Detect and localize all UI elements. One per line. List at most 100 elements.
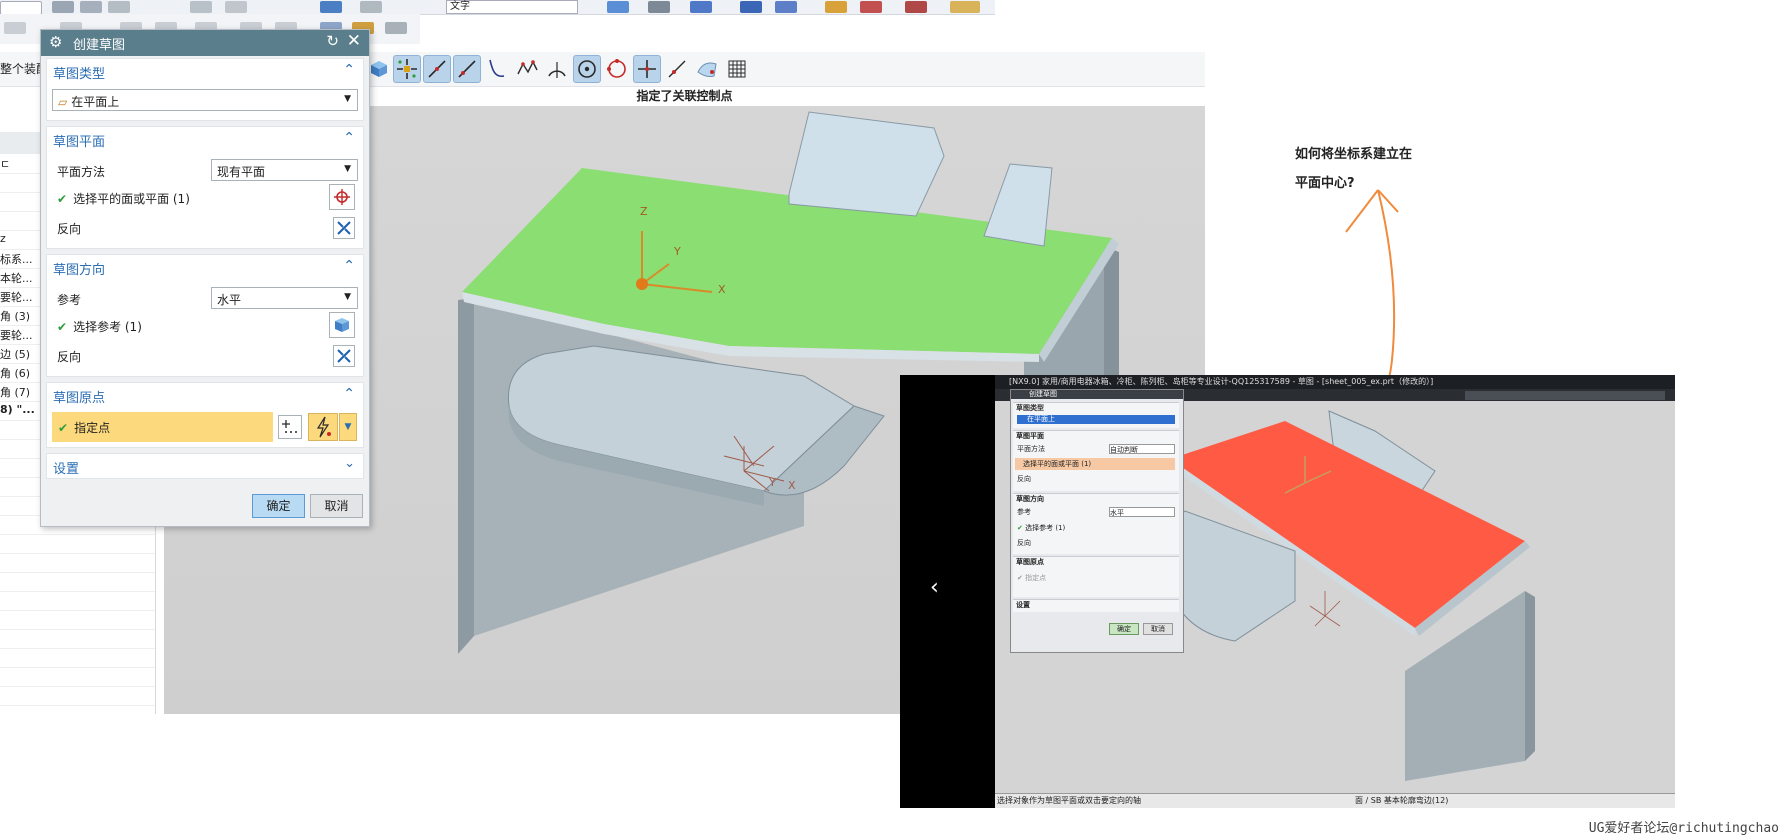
specify-point-row[interactable]: ✔ 指定点 [52,412,273,442]
reverse-arrows-icon [337,221,351,235]
dialog-title: 创建草图 [73,38,126,53]
world-axis-label-x: X [788,479,796,492]
question-line: 如何将坐标系建立在 [1295,147,1413,162]
section-header[interactable]: 草图方向 [53,259,105,278]
list-item [0,553,155,573]
chevron-down-icon: ▼ [344,292,351,302]
circle-point-icon[interactable] [603,55,631,83]
chevron-up-icon[interactable]: ⌃ [343,258,355,274]
spline-icon[interactable] [513,55,541,83]
top-dropdown[interactable] [0,1,42,15]
shaded-surface-icon[interactable] [693,55,721,83]
cancel-button[interactable]: 取消 [310,494,363,518]
reverse-arrows-icon [337,349,351,363]
sketch-type-select[interactable]: ▱ 在平面上 ▼ [52,89,358,111]
toolbar-icon[interactable] [108,1,130,13]
section-header[interactable]: 草图原点 [53,387,105,406]
line-icon[interactable] [423,55,451,83]
inset-titlebar: [NX9.0] 家用/商用电器冰箱、冷柜、陈列柜、岛柜等专业设计-QQ12531… [995,375,1675,389]
reverse-label: 反向 [57,350,82,364]
cube-icon [335,318,349,332]
axis-label-z: Z [640,205,648,218]
world-axis-label-y: Y [769,476,776,489]
list-item [0,629,155,649]
sketch-plane-section: 草图平面 ⌃ 平面方法 现有平面 ▼ ✔ 选择平的面或平面 (1) 反向 [46,126,364,249]
circle-center-icon[interactable] [573,55,601,83]
reverse-label: 反向 [57,222,82,236]
text-style-dropdown[interactable]: 文字 [446,0,578,14]
chevron-up-icon[interactable]: ⌃ [343,386,355,402]
toolbar-icon[interactable] [775,1,797,13]
toolbar-icon[interactable] [825,1,847,13]
toolbar-icon[interactable] [190,1,212,13]
select-reference-row[interactable]: ✔ 选择参考 (1) [57,318,142,335]
plane-method-select[interactable]: 现有平面 ▼ [211,159,358,181]
select-reference-button[interactable] [329,312,355,338]
inset-create-sketch-dialog: 创建草图 草图类型 在平面上 草图平面 平面方法 自动判断 选择平的面或平面 (1… [1010,389,1184,653]
check-icon: ✔ [58,421,69,435]
chevron-down-icon: ▼ [344,94,351,104]
toolbar-icon[interactable] [52,1,74,13]
toolbar-icon[interactable] [320,1,342,13]
top-toolbar-row1: 文字 [0,0,995,15]
chevron-up-icon[interactable]: ⌃ [343,130,355,146]
curve-icon[interactable] [483,55,511,83]
axis-label-y: Y [674,245,681,258]
line-endpoint-icon[interactable] [453,55,481,83]
plane-method-label: 平面方法 [57,165,106,179]
toolbar-icon[interactable] [360,1,382,13]
lightning-icon [316,416,331,438]
list-item [0,648,155,668]
reverse-direction-button[interactable] [333,345,355,367]
section-header[interactable]: 设置 [53,458,79,477]
list-item [0,610,155,630]
inferred-point-button[interactable] [308,413,338,441]
reverse-direction-button[interactable] [333,217,355,239]
reference-select[interactable]: 水平 ▼ [211,287,358,309]
select-face-row[interactable]: ✔ 选择平的面或平面 (1) [57,190,190,207]
dialog-titlebar: ⚙ 创建草图 ↻ ✕ [41,30,369,56]
list-item [0,591,155,611]
reset-icon[interactable]: ↻ [326,32,339,50]
chevron-down-icon[interactable]: ⌄ [344,456,355,471]
chevron-down-icon: ▼ [344,164,351,174]
tangent-arc-icon[interactable] [543,55,571,83]
toolbar-icon[interactable] [607,1,629,13]
sketch-orientation-section: 草图方向 ⌃ 参考 水平 ▼ ✔ 选择参考 (1) 反向 [46,254,364,377]
toolbar-icon[interactable] [740,1,762,13]
toolbar-icon[interactable] [860,1,882,13]
inset-window: [NX9.0] 家用/商用电器冰箱、冷柜、陈列柜、岛柜等专业设计-QQ12531… [995,375,1675,808]
ok-button[interactable]: 确定 [252,494,305,518]
check-icon: ✔ [57,192,68,206]
axis-label-x: X [718,283,726,296]
toolbar-icon[interactable] [690,1,712,13]
pen-icon[interactable] [663,55,691,83]
chevron-up-icon[interactable]: ⌃ [343,62,355,78]
list-item [0,686,155,706]
list-item [0,572,155,592]
toolbar-icon[interactable] [385,22,407,34]
point-type-dropdown[interactable]: ▼ [339,413,357,441]
settings-section: 设置 ⌄ [46,453,364,479]
toolbar-icon[interactable] [225,1,247,13]
toolbar-icon[interactable] [905,1,927,13]
toolbar-icon[interactable] [4,22,26,34]
previous-arrow-icon[interactable]: ‹ [930,575,939,600]
plane-icon: ▱ [58,95,68,109]
toolbar-icon[interactable] [950,1,980,13]
crosshair-icon[interactable] [633,55,661,83]
grid-icon[interactable] [723,55,751,83]
close-icon[interactable]: ✕ [347,31,361,51]
watermark: UG爱好者论坛@richutingchao [1588,821,1779,836]
toolbar-icon[interactable] [648,1,670,13]
section-header[interactable]: 草图平面 [53,131,105,150]
snap-point-icon[interactable] [393,55,421,83]
section-header[interactable]: 草图类型 [53,63,105,82]
select-face-button[interactable] [329,184,355,210]
toolbar-icon[interactable] [80,1,102,13]
reference-screenshot: ‹ [NX9.0] 家用/商用电器冰箱、冷柜、陈列柜、岛柜等专业设计-QQ125… [900,375,1675,808]
point-constructor-icon [282,420,297,433]
gear-icon: ⚙ [49,33,63,51]
check-icon: ✔ [57,320,68,334]
point-dialog-button[interactable] [278,415,302,439]
